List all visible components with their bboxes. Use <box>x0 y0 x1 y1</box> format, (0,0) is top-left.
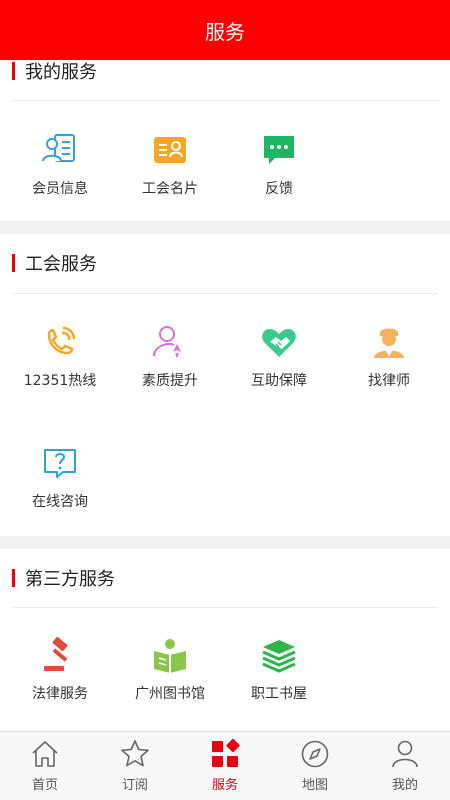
section-third-party-services: 第三方服务 法律服务 广州图书馆 职工书屋 <box>0 549 450 732</box>
service-find-lawyer[interactable]: 找律师 <box>339 322 439 390</box>
service-guangzhou-library[interactable]: 广州图书馆 <box>120 635 220 703</box>
service-online-consult[interactable]: 在线咨询 <box>10 443 110 511</box>
heart-handshake-icon <box>262 329 296 357</box>
hotline-phone-icon <box>47 326 76 355</box>
section-title: 第三方服务 <box>12 567 115 590</box>
home-icon <box>32 741 58 767</box>
chat-bubble-icon <box>264 136 294 164</box>
section-title-bar <box>12 254 15 272</box>
business-card-icon <box>154 137 186 163</box>
gavel-icon <box>44 636 68 671</box>
bottom-tab-bar: 首页 订阅 服务 地图 我的 <box>0 731 450 800</box>
service-content: 我的服务 会员信息 工会名片 反馈 工会服务 12351热线 素质提升 互助保障… <box>0 60 450 732</box>
service-quality-improve[interactable]: 素质提升 <box>120 322 220 390</box>
service-mutual-aid[interactable]: 互助保障 <box>229 322 329 390</box>
book-stack-icon <box>262 640 296 673</box>
tab-mine[interactable]: 我的 <box>360 732 450 800</box>
compass-icon <box>301 740 329 768</box>
section-title-bar <box>12 62 15 80</box>
service-member-info[interactable]: 会员信息 <box>10 130 110 198</box>
section-union-services: 工会服务 12351热线 素质提升 互助保障 找律师 在线咨询 <box>0 234 450 536</box>
grid-diamond-icon <box>212 739 240 767</box>
section-title-bar <box>12 569 15 587</box>
service-feedback[interactable]: 反馈 <box>229 130 329 198</box>
section-my-services: 我的服务 会员信息 工会名片 反馈 <box>0 60 450 221</box>
page-header: 服务 <box>0 0 450 60</box>
tab-subscribe[interactable]: 订阅 <box>90 732 180 800</box>
section-title: 工会服务 <box>12 252 97 275</box>
member-card-icon <box>42 134 75 162</box>
star-icon <box>121 740 149 767</box>
reader-book-icon <box>154 639 186 673</box>
question-bubble-icon <box>44 449 76 478</box>
tab-services[interactable]: 服务 <box>180 732 270 800</box>
service-hotline[interactable]: 12351热线 <box>10 322 110 390</box>
tab-home[interactable]: 首页 <box>0 732 90 800</box>
lawyer-icon <box>374 328 404 358</box>
tab-map[interactable]: 地图 <box>270 732 360 800</box>
service-staff-reading-room[interactable]: 职工书屋 <box>229 635 329 703</box>
section-divider <box>12 293 438 294</box>
service-union-card[interactable]: 工会名片 <box>120 130 220 198</box>
user-icon <box>392 740 418 768</box>
service-legal[interactable]: 法律服务 <box>10 635 110 703</box>
user-rocket-icon <box>153 326 181 358</box>
section-divider <box>12 100 438 101</box>
section-divider <box>12 607 438 608</box>
page-title: 服务 <box>205 19 245 44</box>
section-title: 我的服务 <box>12 60 97 83</box>
